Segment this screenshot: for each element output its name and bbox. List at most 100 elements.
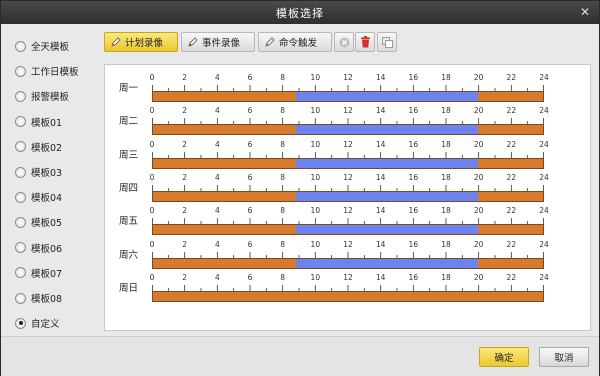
tick-label: 18 [441, 206, 451, 216]
radio-button[interactable] [15, 317, 26, 329]
tick-label: 10 [310, 172, 321, 182]
tick-label: 0 [149, 272, 155, 282]
day-label: 周六 [119, 249, 139, 261]
radio-button[interactable] [15, 116, 26, 128]
tick-label: 2 [182, 239, 188, 249]
scheduled-record-segment[interactable] [153, 92, 296, 101]
template-label: 工作日模板 [31, 67, 79, 79]
scheduled-record-segment[interactable] [153, 258, 296, 268]
scheduled-record-segment[interactable] [153, 191, 296, 201]
template-option[interactable]: 自定义 [15, 315, 60, 331]
day-label: 周四 [119, 182, 139, 194]
radio-button[interactable] [15, 191, 26, 203]
tick-label: 12 [343, 106, 353, 116]
tick-label: 6 [247, 73, 253, 82]
schedule-bar[interactable] [152, 290, 544, 302]
tick-label: 16 [408, 139, 419, 149]
tick-label: 24 [539, 172, 549, 182]
scheduled-record-segment[interactable] [478, 125, 543, 135]
tick-label: 14 [375, 73, 386, 82]
copy-button[interactable] [377, 32, 397, 52]
scheduled-record-segment[interactable] [478, 191, 543, 201]
template-option[interactable]: 模板02 [15, 139, 62, 155]
tick-label: 10 [310, 206, 321, 216]
tick-label: 2 [182, 139, 188, 149]
radio-button[interactable] [15, 292, 26, 304]
event-record-segment[interactable] [296, 92, 478, 101]
event-record-label: 事件录像 [202, 38, 241, 49]
radio-button[interactable] [15, 65, 26, 77]
template-label: 模板07 [31, 268, 63, 280]
template-option[interactable]: 模板05 [15, 214, 62, 230]
tick-label: 24 [539, 73, 549, 82]
scheduled-record-segment[interactable] [153, 225, 296, 235]
clear-button[interactable] [334, 32, 354, 52]
template-option[interactable]: 模板03 [15, 164, 62, 180]
template-option[interactable]: 模板01 [15, 114, 62, 130]
pencil-icon [188, 37, 198, 47]
event-record-segment[interactable] [296, 258, 478, 268]
event-record-segment[interactable] [296, 125, 478, 135]
schedule-bar[interactable] [152, 224, 544, 236]
dialog-footer: 确定 取消 [1, 336, 599, 376]
tick-label: 14 [375, 272, 386, 282]
tick-label: 0 [149, 239, 155, 249]
radio-button[interactable] [15, 242, 26, 254]
cancel-button[interactable]: 取消 [539, 347, 589, 367]
event-record-button[interactable]: 事件录像 [181, 32, 255, 52]
template-option[interactable]: 全天模板 [15, 38, 69, 54]
scheduled-record-button[interactable]: 计划录像 [104, 32, 178, 52]
radio-button[interactable] [15, 216, 26, 228]
radio-button[interactable] [15, 90, 26, 102]
day-label: 周三 [119, 149, 139, 161]
tick-label: 24 [539, 239, 549, 249]
template-label: 报警模板 [31, 92, 70, 104]
close-icon[interactable]: ✕ [578, 5, 592, 19]
tick-label: 6 [247, 172, 253, 182]
template-option[interactable]: 模板07 [15, 265, 62, 281]
ok-button[interactable]: 确定 [479, 347, 529, 367]
event-record-segment[interactable] [296, 191, 478, 201]
schedule-bar[interactable] [152, 124, 544, 136]
scheduled-record-segment[interactable] [478, 225, 543, 235]
scheduled-record-segment[interactable] [153, 291, 543, 301]
scheduled-record-segment[interactable] [153, 125, 296, 135]
tick-label: 10 [310, 139, 321, 149]
day-row: 周六 0 2 4 6 8 10 12 14 16 18 20 22 24 [105, 240, 592, 273]
scheduled-record-segment[interactable] [478, 158, 543, 168]
schedule-bar[interactable] [152, 257, 544, 269]
tick-label: 6 [247, 139, 253, 149]
pencil-icon [111, 37, 121, 47]
template-option[interactable]: 模板08 [15, 290, 62, 306]
tick-label: 14 [375, 139, 386, 149]
command-trigger-button[interactable]: 命令触发 [258, 32, 332, 52]
event-record-segment[interactable] [296, 158, 478, 168]
tick-label: 2 [182, 73, 188, 82]
radio-button[interactable] [15, 166, 26, 178]
day-label: 周日 [119, 282, 139, 294]
radio-button[interactable] [15, 267, 26, 279]
tick-label: 4 [214, 106, 220, 116]
scheduled-record-segment[interactable] [478, 258, 543, 268]
scheduled-record-segment[interactable] [153, 158, 296, 168]
template-option[interactable]: 模板06 [15, 240, 62, 256]
radio-button[interactable] [15, 141, 26, 153]
tick-label: 14 [375, 239, 386, 249]
scheduled-record-segment[interactable] [478, 92, 543, 101]
template-option[interactable]: 报警模板 [15, 88, 69, 104]
schedule-bar[interactable] [152, 190, 544, 202]
tick-label: 4 [214, 272, 220, 282]
template-option[interactable]: 模板04 [15, 189, 62, 205]
radio-button[interactable] [15, 40, 26, 52]
template-label: 模板04 [31, 193, 63, 205]
tick-label: 6 [247, 106, 253, 116]
tick-label: 6 [247, 272, 253, 282]
schedule-bar[interactable] [152, 157, 544, 169]
tick-label: 0 [149, 206, 155, 216]
event-record-segment[interactable] [296, 225, 478, 235]
delete-button[interactable] [355, 32, 375, 52]
tick-label: 18 [441, 272, 451, 282]
tick-label: 0 [149, 172, 155, 182]
schedule-bar[interactable] [152, 91, 544, 102]
template-option[interactable]: 工作日模板 [15, 63, 79, 79]
